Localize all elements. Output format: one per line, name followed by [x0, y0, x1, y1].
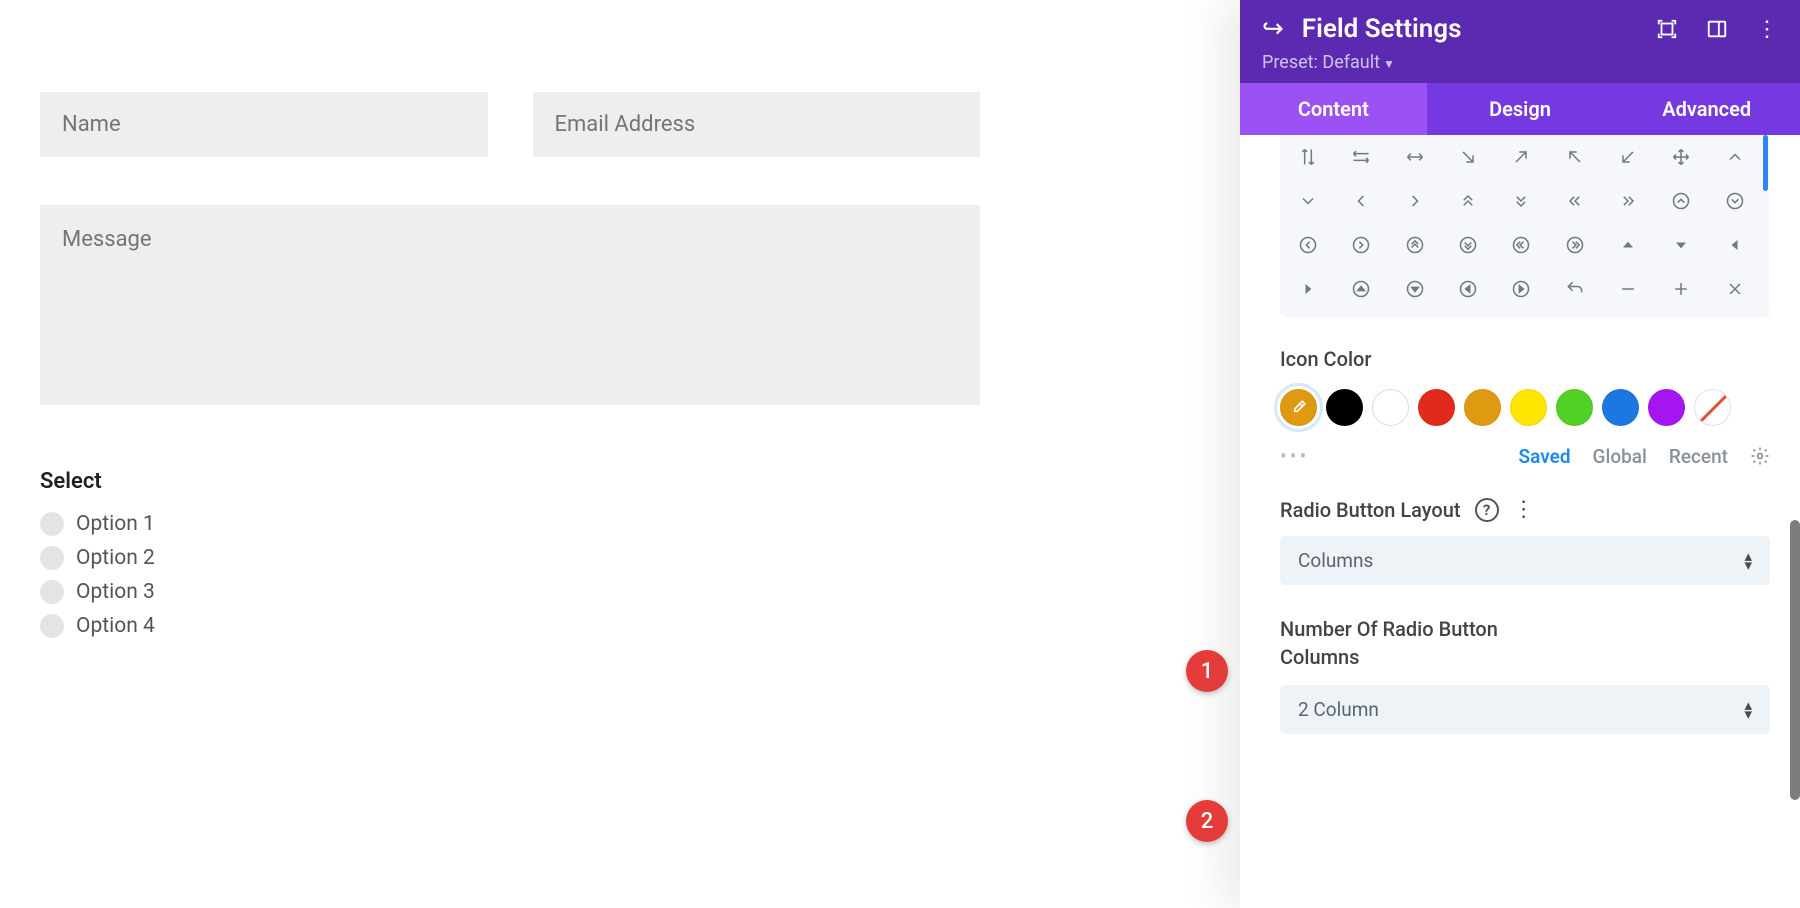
radio-layout-value: Columns	[1298, 549, 1744, 572]
radio-option[interactable]: Option 2	[40, 546, 980, 570]
color-swatch-none[interactable]	[1694, 389, 1731, 426]
expand-icon[interactable]	[1656, 18, 1678, 40]
arrow-down-left-icon[interactable]	[1616, 145, 1640, 169]
circle-caret-right-icon[interactable]	[1509, 277, 1533, 301]
more-icon[interactable]: ⋮	[1756, 18, 1778, 40]
chevron-down-icon[interactable]	[1296, 189, 1320, 213]
arrow-up-left-icon[interactable]	[1563, 145, 1587, 169]
annotation-badge-2: 2	[1186, 800, 1228, 842]
radio-label: Option 3	[76, 580, 155, 604]
circle-caret-left-icon[interactable]	[1456, 277, 1480, 301]
chevrons-left-icon[interactable]	[1563, 189, 1587, 213]
chevron-right-icon[interactable]	[1403, 189, 1427, 213]
settings-panel: ↩ Field Settings ⋮ Preset: Default▼ Cont…	[1240, 0, 1800, 908]
select-field-label: Select	[40, 469, 980, 494]
caret-up-icon[interactable]	[1616, 233, 1640, 257]
circle-chevron-right-icon[interactable]	[1349, 233, 1373, 257]
x-icon[interactable]	[1723, 277, 1747, 301]
select-arrows-icon: ▴▾	[1744, 701, 1752, 719]
caret-left-icon[interactable]	[1723, 233, 1747, 257]
color-tab-saved[interactable]: Saved	[1519, 445, 1571, 468]
arrows-vertical-icon[interactable]	[1296, 145, 1320, 169]
more-colors-icon[interactable]: •••	[1280, 444, 1309, 468]
move-icon[interactable]	[1669, 145, 1693, 169]
chevrons-right-icon[interactable]	[1616, 189, 1640, 213]
panel-title: Field Settings	[1302, 14, 1638, 44]
color-swatch-purple[interactable]	[1648, 389, 1685, 426]
panel-body: Icon Color ••• Saved Global Recent	[1240, 135, 1800, 908]
circle-caret-down-icon[interactable]	[1403, 277, 1427, 301]
radio-icon	[40, 580, 64, 604]
radio-label: Option 4	[76, 614, 155, 638]
radio-label: Option 2	[76, 546, 155, 570]
arrows-h-icon[interactable]	[1403, 145, 1427, 169]
chevrons-down-icon[interactable]	[1509, 189, 1533, 213]
window-scrollbar[interactable]	[1790, 520, 1800, 800]
arrow-down-right-icon[interactable]	[1456, 145, 1480, 169]
circle-chevron-up-icon[interactable]	[1669, 189, 1693, 213]
name-input[interactable]	[40, 92, 488, 157]
color-tab-global[interactable]: Global	[1593, 445, 1647, 468]
caret-right-icon[interactable]	[1296, 277, 1320, 301]
undo-icon[interactable]	[1563, 277, 1587, 301]
circle-chevrons-up-icon[interactable]	[1403, 233, 1427, 257]
icon-picker	[1280, 135, 1770, 317]
circle-chevrons-down-icon[interactable]	[1456, 233, 1480, 257]
tab-bar: Content Design Advanced	[1240, 83, 1800, 135]
radio-icon	[40, 546, 64, 570]
plus-icon[interactable]	[1669, 277, 1693, 301]
arrows-horizontal-icon[interactable]	[1349, 145, 1373, 169]
color-swatch-black[interactable]	[1326, 389, 1363, 426]
color-swatch-blue[interactable]	[1602, 389, 1639, 426]
columns-count-label: Number Of Radio Button Columns	[1280, 615, 1540, 671]
caret-down-icon[interactable]	[1669, 233, 1693, 257]
arrow-up-right-icon[interactable]	[1509, 145, 1533, 169]
tab-content[interactable]: Content	[1240, 83, 1427, 135]
tab-advanced[interactable]: Advanced	[1613, 83, 1800, 135]
select-arrows-icon: ▴▾	[1744, 552, 1752, 570]
color-swatch-yellow[interactable]	[1510, 389, 1547, 426]
radio-label: Option 1	[76, 512, 155, 536]
color-swatch-orange[interactable]	[1464, 389, 1501, 426]
radio-layout-select[interactable]: Columns ▴▾	[1280, 536, 1770, 585]
radio-option[interactable]: Option 3	[40, 580, 980, 604]
circle-caret-up-icon[interactable]	[1349, 277, 1373, 301]
field-more-icon[interactable]: ⋮	[1513, 499, 1535, 521]
help-icon[interactable]: ?	[1475, 498, 1499, 522]
preset-dropdown[interactable]: Preset: Default▼	[1262, 52, 1778, 73]
gear-icon[interactable]	[1750, 446, 1770, 466]
scrollbar-thumb[interactable]	[1763, 135, 1768, 191]
chevron-up-icon[interactable]	[1723, 145, 1747, 169]
circle-chevron-down-icon[interactable]	[1723, 189, 1747, 213]
color-tab-recent[interactable]: Recent	[1669, 445, 1728, 468]
icon-color-label: Icon Color	[1280, 347, 1770, 371]
chevron-left-icon[interactable]	[1349, 189, 1373, 213]
email-input[interactable]	[533, 92, 981, 157]
circle-chevrons-right-icon[interactable]	[1563, 233, 1587, 257]
radio-option[interactable]: Option 1	[40, 512, 980, 536]
columns-count-select[interactable]: 2 Column ▴▾	[1280, 685, 1770, 734]
color-swatch-white[interactable]	[1372, 389, 1409, 426]
message-textarea[interactable]	[40, 205, 980, 405]
radio-option[interactable]: Option 4	[40, 614, 980, 638]
minus-icon[interactable]	[1616, 277, 1640, 301]
form-preview: Select Option 1 Option 2 Option 3 Option…	[40, 92, 980, 648]
radio-icon	[40, 614, 64, 638]
color-swatch-green[interactable]	[1556, 389, 1593, 426]
chevrons-up-icon[interactable]	[1456, 189, 1480, 213]
panel-header: ↩ Field Settings ⋮ Preset: Default▼	[1240, 0, 1800, 83]
color-swatches	[1280, 389, 1770, 426]
preset-label: Preset: Default	[1262, 52, 1380, 73]
dock-icon[interactable]	[1706, 18, 1728, 40]
radio-layout-label: Radio Button Layout	[1280, 498, 1461, 522]
color-picker-swatch[interactable]	[1280, 389, 1317, 426]
circle-chevrons-left-icon[interactable]	[1509, 233, 1533, 257]
annotation-badge-1: 1	[1186, 650, 1228, 692]
color-swatch-red[interactable]	[1418, 389, 1455, 426]
circle-chevron-left-icon[interactable]	[1296, 233, 1320, 257]
back-icon[interactable]: ↩	[1262, 14, 1284, 44]
columns-count-value: 2 Column	[1298, 698, 1744, 721]
tab-design[interactable]: Design	[1427, 83, 1614, 135]
radio-icon	[40, 512, 64, 536]
